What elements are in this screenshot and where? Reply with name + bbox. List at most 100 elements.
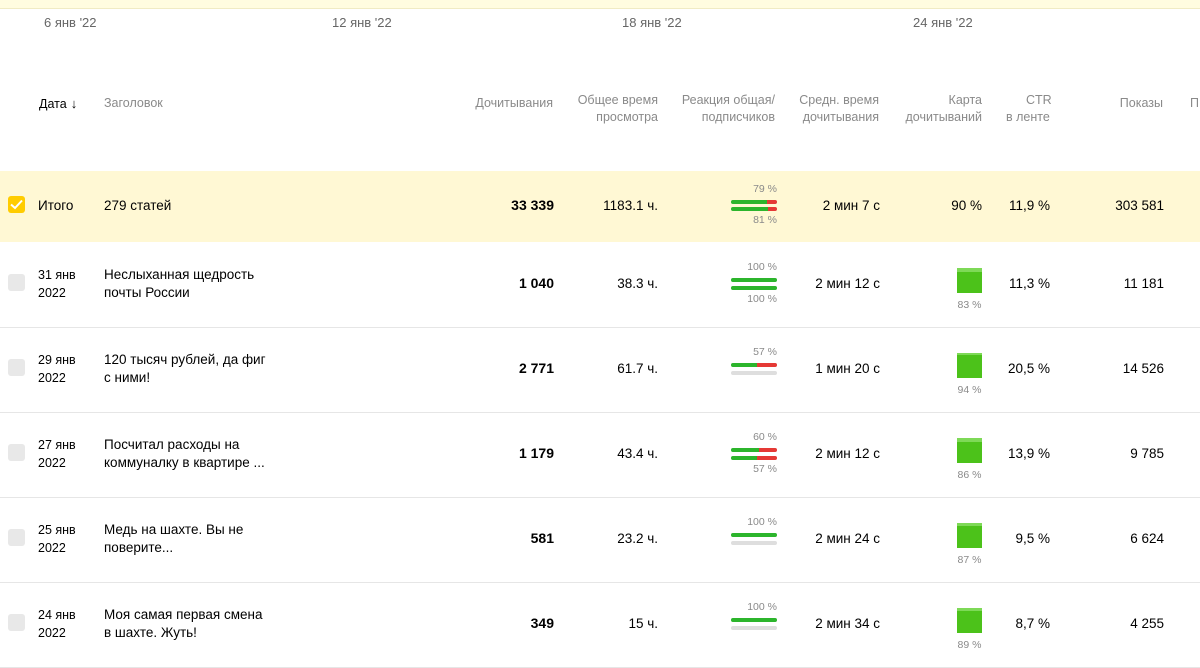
- column-header-read-map-line1: Карта: [948, 93, 982, 107]
- row-title[interactable]: Моя самая первая смена в шахте. Жуть!: [104, 606, 263, 642]
- reaction-subscribers-bar: [731, 371, 777, 375]
- row-total-time: 43.4 ч.: [617, 446, 658, 461]
- read-map-chart[interactable]: [957, 438, 982, 463]
- read-map-chart[interactable]: [957, 353, 982, 378]
- chart-timeline-axis: 6 янв '22 12 янв '22 18 янв '22 24 янв '…: [0, 15, 1200, 35]
- table-row[interactable]: 27 янв 2022 Посчитал расходы на коммунал…: [0, 412, 1200, 498]
- total-impressions: 303 581: [1115, 198, 1164, 213]
- row-date-year: 2022: [38, 456, 66, 470]
- row-total-time: 38.3 ч.: [617, 276, 658, 291]
- column-header-ctr-line2: в ленте: [1006, 110, 1050, 124]
- reaction-bar-fill: [731, 533, 777, 537]
- column-header-date[interactable]: Дата ↓: [39, 95, 77, 113]
- row-ctr: 11,3 %: [1008, 276, 1050, 291]
- column-header-cut[interactable]: П: [1190, 95, 1199, 112]
- table-row[interactable]: 24 янв 2022 Моя самая первая смена в шах…: [0, 582, 1200, 668]
- row-total-time: 15 ч.: [628, 616, 658, 631]
- check-icon: [10, 199, 23, 210]
- column-header-ctr-line1: CTR: [1026, 93, 1052, 107]
- row-title-line2: почты России: [104, 285, 190, 300]
- row-title[interactable]: 120 тысяч рублей, да фиг с ними!: [104, 351, 266, 387]
- reaction-subscribers-bar: [731, 286, 777, 290]
- total-read-map: 90 %: [951, 198, 982, 213]
- row-title[interactable]: Медь на шахте. Вы не поверите...: [104, 521, 243, 557]
- read-map-dropoff: [957, 268, 982, 272]
- row-title-line1: 120 тысяч рублей, да фиг: [104, 352, 266, 367]
- reaction-general-pct: 100 %: [747, 601, 777, 613]
- column-header-title[interactable]: Заголовок: [104, 95, 163, 112]
- read-map-chart[interactable]: [957, 268, 982, 293]
- row-reaction: 60 % 57 %: [731, 431, 777, 477]
- row-reaction: 100 %: [731, 516, 777, 562]
- column-header-date-label: Дата: [39, 97, 67, 111]
- total-checkbox[interactable]: [8, 196, 25, 213]
- reaction-general-pct: 100 %: [747, 261, 777, 273]
- row-title-line1: Медь на шахте. Вы не: [104, 522, 244, 537]
- row-date-year: 2022: [38, 541, 66, 555]
- reaction-general-bar: [731, 618, 777, 622]
- reaction-bar-fill: [731, 448, 759, 452]
- read-map-pct: 87 %: [957, 554, 982, 566]
- row-avg-time: 2 мин 34 с: [815, 616, 880, 631]
- column-header-avg-time[interactable]: Средн. время дочитывания: [785, 92, 879, 126]
- column-header-reads[interactable]: Дочитывания: [440, 95, 553, 112]
- read-map-chart[interactable]: [957, 608, 982, 633]
- row-checkbox[interactable]: [8, 529, 25, 546]
- row-checkbox[interactable]: [8, 614, 25, 631]
- row-date-day: 24 янв: [38, 608, 76, 622]
- reaction-bar-fill: [731, 363, 758, 367]
- reaction-bar-rest: [757, 456, 777, 460]
- column-header-avg-time-line2: дочитывания: [802, 110, 879, 124]
- row-checkbox[interactable]: [8, 444, 25, 461]
- row-reads: 1 179: [518, 445, 554, 461]
- read-map-pct: 94 %: [957, 384, 982, 396]
- row-impressions: 11 181: [1123, 276, 1164, 291]
- column-header-reaction[interactable]: Реакция общая/ подписчиков: [670, 92, 775, 126]
- sort-down-icon[interactable]: ↓: [71, 95, 78, 112]
- column-header-impressions[interactable]: Показы: [1080, 95, 1163, 112]
- read-map-chart[interactable]: [957, 523, 982, 548]
- reaction-subscribers-bar: [731, 207, 777, 211]
- table-row[interactable]: 29 янв 2022 120 тысяч рублей, да фиг с н…: [0, 327, 1200, 413]
- row-avg-time: 2 мин 24 с: [815, 531, 880, 546]
- row-avg-time: 2 мин 12 с: [815, 276, 880, 291]
- row-impressions: 6 624: [1130, 531, 1164, 546]
- row-checkbox[interactable]: [8, 274, 25, 291]
- timeline-tick: 12 янв '22: [332, 15, 392, 30]
- row-title-line2: в шахте. Жуть!: [104, 625, 197, 640]
- row-reads: 2 771: [518, 360, 554, 376]
- row-ctr: 8,7 %: [1015, 616, 1050, 631]
- row-reads: 1 040: [518, 275, 554, 291]
- read-map-dropoff: [957, 608, 982, 611]
- row-title-line2: с ними!: [104, 370, 151, 385]
- row-date-year: 2022: [38, 286, 66, 300]
- read-map-dropoff: [957, 353, 982, 355]
- reaction-subscribers-bar: [731, 626, 777, 630]
- row-title[interactable]: Неслыханная щедрость почты России: [104, 266, 254, 302]
- reaction-subscribers-bar: [731, 456, 777, 460]
- row-impressions: 4 255: [1130, 616, 1164, 631]
- column-header-read-map[interactable]: Карта дочитываний: [890, 92, 983, 126]
- reaction-bar-fill: [731, 286, 777, 290]
- row-ctr: 9,5 %: [1015, 531, 1050, 546]
- read-map-pct: 89 %: [957, 639, 982, 651]
- total-title: 279 статей: [104, 198, 172, 213]
- row-title[interactable]: Посчитал расходы на коммуналку в квартир…: [104, 436, 265, 472]
- table-row[interactable]: 25 янв 2022 Медь на шахте. Вы не поверит…: [0, 497, 1200, 583]
- row-reads: 349: [530, 615, 554, 631]
- row-date: 25 янв 2022: [38, 521, 76, 557]
- row-checkbox[interactable]: [8, 359, 25, 376]
- row-avg-time: 1 мин 20 с: [815, 361, 880, 376]
- row-title-line1: Посчитал расходы на: [104, 437, 240, 452]
- reaction-bar-fill: [731, 200, 768, 204]
- row-reaction: 100 %: [731, 601, 777, 647]
- table-row[interactable]: 31 янв 2022 Неслыханная щедрость почты Р…: [0, 242, 1200, 328]
- row-date-day: 29 янв: [38, 353, 76, 367]
- total-total-time: 1183.1 ч.: [603, 198, 658, 213]
- reaction-bar-rest: [767, 200, 777, 204]
- column-header-total-time[interactable]: Общее время просмотра: [560, 92, 658, 126]
- timeline-band: [0, 0, 1200, 9]
- column-header-ctr[interactable]: CTR в ленте: [1006, 92, 1066, 126]
- row-total-time: 23.2 ч.: [617, 531, 658, 546]
- column-header-reaction-line2: подписчиков: [701, 110, 775, 124]
